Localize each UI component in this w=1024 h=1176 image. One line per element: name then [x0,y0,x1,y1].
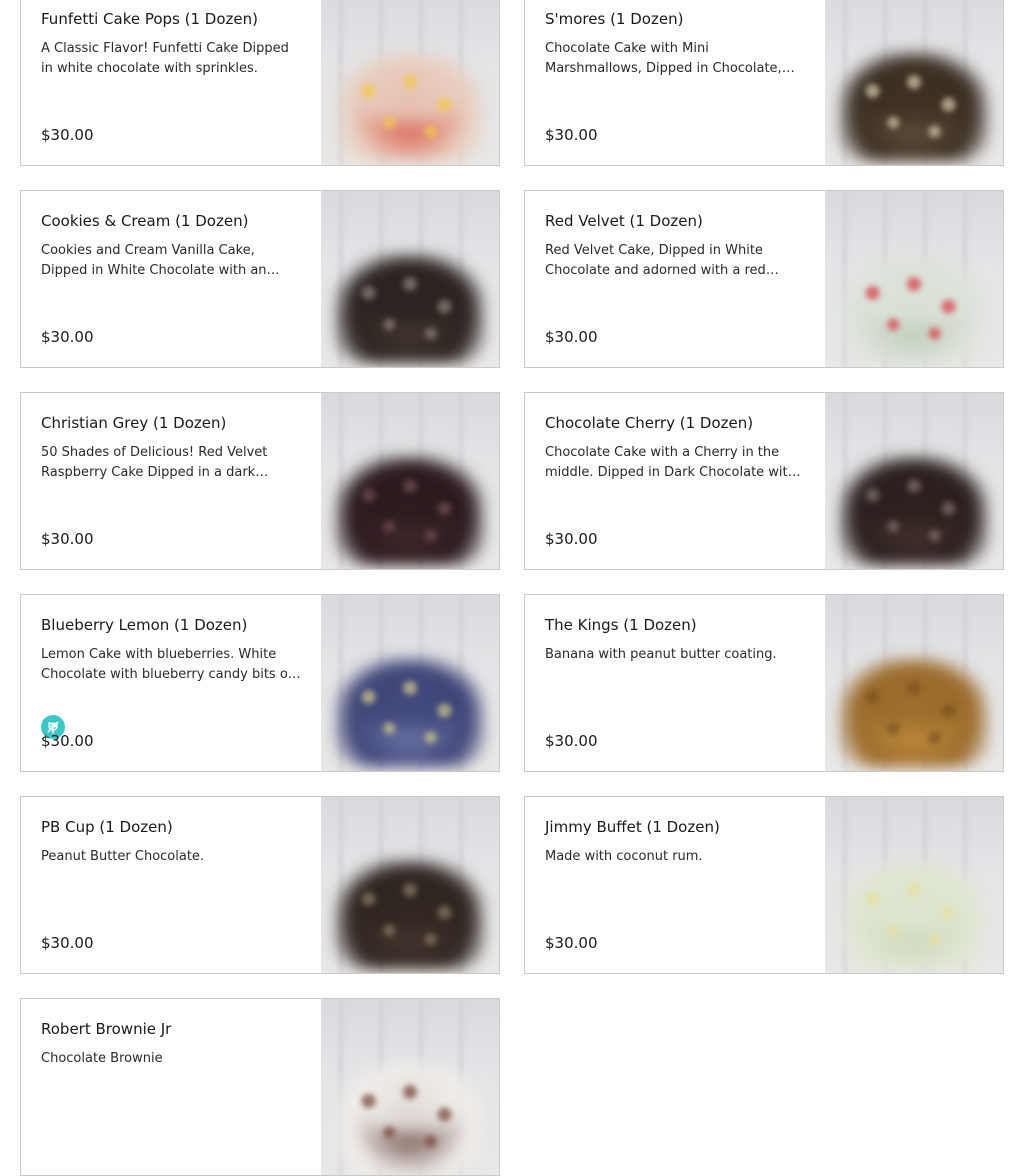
product-image[interactable] [825,0,1003,165]
product-image[interactable] [321,0,499,165]
product-grid: Funfetti Cake Pops (1 Dozen) A Classic Fl… [20,0,1004,1176]
product-price: $30.00 [41,530,94,548]
product-description: Red Velvet Cake, Dipped in White Chocola… [545,243,766,278]
product-image[interactable] [825,393,1003,569]
product-description: Peanut Butter Chocolate. [41,849,205,864]
product-info: Christian Grey (1 Dozen) 50 Shades of Del… [41,413,301,549]
product-image[interactable] [825,191,1003,367]
product-card[interactable]: S'mores (1 Dozen) Chocolate Cake with Min… [524,0,1004,166]
product-image[interactable] [321,393,499,569]
product-description: Cookies and Cream Vanilla Cake, Dipped i… [41,243,267,278]
product-name[interactable]: The Kings (1 Dozen) [545,615,805,635]
product-card[interactable]: Red Velvet (1 Dozen) Red Velvet Cake, Dip… [524,190,1004,368]
product-card[interactable]: Christian Grey (1 Dozen) 50 Shades of Del… [20,392,500,570]
product-info: Red Velvet (1 Dozen) Red Velvet Cake, Dip… [545,211,805,347]
product-price: $30.00 [545,328,598,346]
product-info: Robert Brownie Jr Chocolate Brownie [41,1019,301,1155]
product-description: Chocolate Cake with a Cherry in the midd… [545,445,796,480]
product-price: $30.00 [545,732,598,750]
product-description: 50 Shades of Delicious! Red Velvet Raspb… [41,445,268,480]
product-description: Lemon Cake with blueberries. White Choco… [41,647,297,682]
product-name[interactable]: S'mores (1 Dozen) [545,9,805,29]
product-image[interactable] [825,595,1003,771]
product-card[interactable]: The Kings (1 Dozen) Banana with peanut bu… [524,594,1004,772]
product-name[interactable]: Christian Grey (1 Dozen) [41,413,301,433]
product-name[interactable]: Red Velvet (1 Dozen) [545,211,805,231]
product-info: Chocolate Cherry (1 Dozen) Chocolate Cake… [545,413,805,549]
product-name[interactable]: Chocolate Cherry (1 Dozen) [545,413,805,433]
product-card[interactable]: Jimmy Buffet (1 Dozen) Made with coconut … [524,796,1004,974]
product-name[interactable]: Funfetti Cake Pops (1 Dozen) [41,9,301,29]
product-image[interactable] [321,797,499,973]
product-info: Funfetti Cake Pops (1 Dozen) A Classic Fl… [41,9,301,145]
product-card[interactable]: Funfetti Cake Pops (1 Dozen) A Classic Fl… [20,0,500,166]
product-description: Made with coconut rum. [545,849,703,864]
product-card[interactable]: Cookies & Cream (1 Dozen) Cookies and Cre… [20,190,500,368]
product-card[interactable]: Robert Brownie Jr Chocolate Brownie [20,998,500,1176]
product-card[interactable]: Blueberry Lemon (1 Dozen) Lemon Cake with… [20,594,500,772]
product-price: $30.00 [41,732,94,750]
product-image[interactable] [321,999,499,1175]
product-image[interactable] [321,191,499,367]
product-info: Jimmy Buffet (1 Dozen) Made with coconut … [545,817,805,953]
product-description: Chocolate Cake with Mini Marshmallows, D… [545,41,782,76]
product-info: The Kings (1 Dozen) Banana with peanut bu… [545,615,805,751]
product-name[interactable]: Robert Brownie Jr [41,1019,301,1039]
product-name[interactable]: Cookies & Cream (1 Dozen) [41,211,301,231]
product-price: $30.00 [41,934,94,952]
product-price: $30.00 [545,934,598,952]
product-name[interactable]: Blueberry Lemon (1 Dozen) [41,615,301,635]
product-info: PB Cup (1 Dozen) Peanut Butter Chocolate.… [41,817,301,953]
product-info: Blueberry Lemon (1 Dozen) Lemon Cake with… [41,615,301,751]
product-price: $30.00 [545,530,598,548]
product-description: A Classic Flavor! Funfetti Cake Dipped i… [41,41,289,76]
product-price: $30.00 [41,126,94,144]
product-price: $30.00 [545,126,598,144]
product-price: $30.00 [41,328,94,346]
product-info: S'mores (1 Dozen) Chocolate Cake with Min… [545,9,805,145]
product-name[interactable]: PB Cup (1 Dozen) [41,817,301,837]
product-image[interactable] [825,797,1003,973]
product-description: Chocolate Brownie [41,1051,163,1066]
product-card[interactable]: PB Cup (1 Dozen) Peanut Butter Chocolate.… [20,796,500,974]
product-name[interactable]: Jimmy Buffet (1 Dozen) [545,817,805,837]
product-description: Banana with peanut butter coating. [545,647,777,662]
product-card[interactable]: Chocolate Cherry (1 Dozen) Chocolate Cake… [524,392,1004,570]
product-image[interactable] [321,595,499,771]
product-info: Cookies & Cream (1 Dozen) Cookies and Cre… [41,211,301,347]
